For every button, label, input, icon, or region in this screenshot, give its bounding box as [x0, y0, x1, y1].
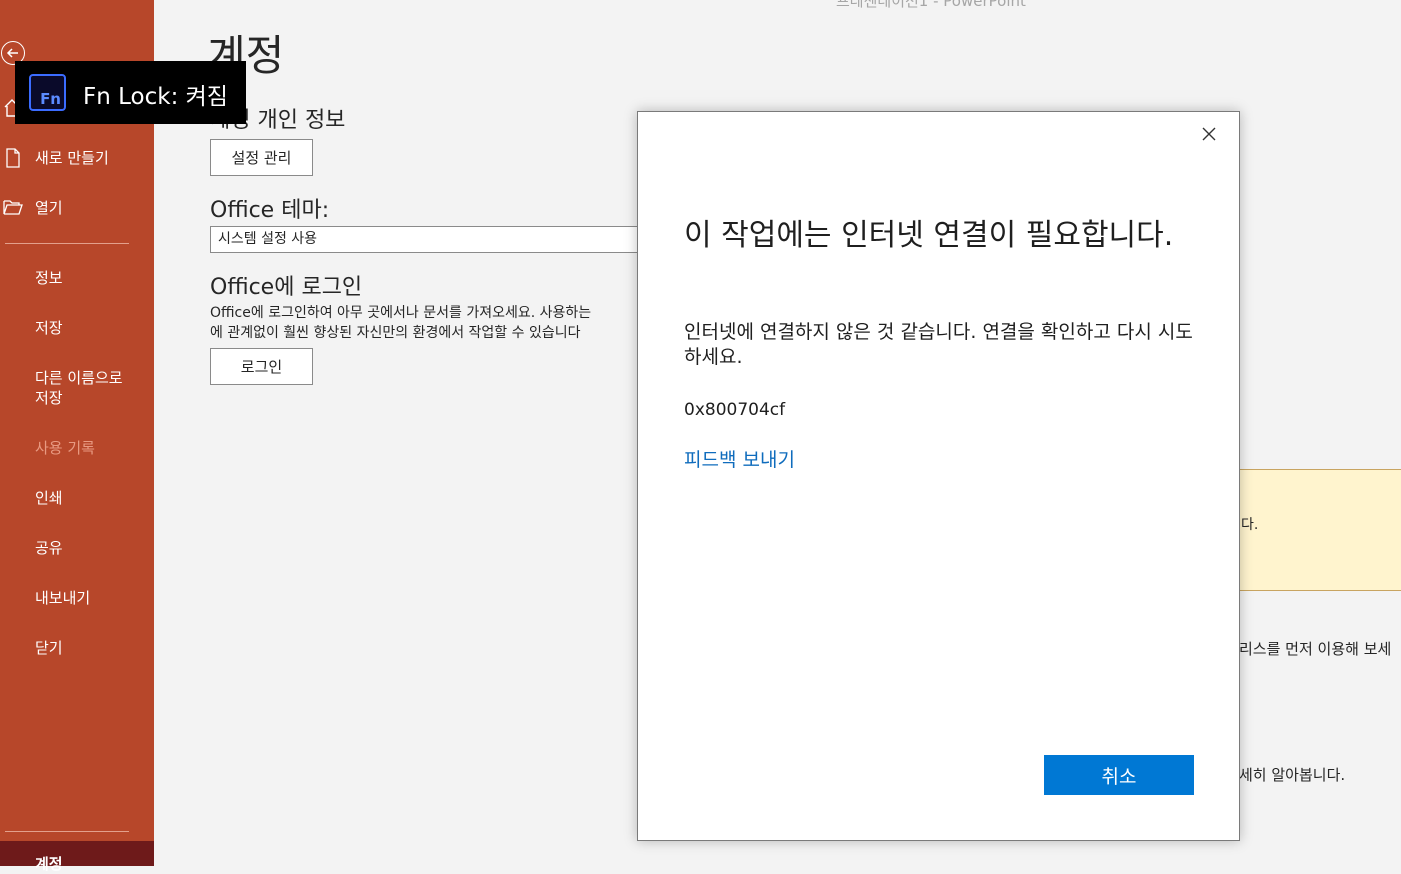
signin-desc-line2: 에 관계없이 훨씬 향상된 자신만의 환경에서 작업할 수 있습니다	[210, 325, 581, 341]
backstage-sidebar: 새로 만들기 열기 정보 저장 다른 이름으로 저장 사용 기록 인쇄 공유 내…	[0, 0, 154, 873]
nav-open[interactable]: 열기	[35, 198, 63, 218]
internet-required-dialog: 이 작업에는 인터넷 연결이 필요합니다. 인터넷에 연결하지 않은 것 같습니…	[637, 111, 1240, 841]
open-folder-icon	[3, 200, 23, 215]
signin-button[interactable]: 로그인	[210, 348, 313, 385]
signin-desc-line1: Office에 로그인하여 아무 곳에서나 문서를 가져오세요. 사용하는	[210, 305, 592, 321]
manage-settings-button[interactable]: 설정 관리	[210, 139, 313, 176]
nav-print[interactable]: 인쇄	[35, 488, 63, 508]
arrow-left-icon	[6, 48, 18, 58]
sidebar-divider	[5, 243, 129, 244]
fn-lock-notification: Fn Fn Lock: 켜짐	[15, 61, 246, 124]
info-banner: 다.	[1239, 469, 1401, 591]
fn-key-icon: Fn	[29, 74, 66, 111]
banner-text: 다.	[1241, 517, 1259, 533]
nav-export[interactable]: 내보내기	[35, 588, 90, 608]
cancel-button[interactable]: 취소	[1044, 755, 1194, 795]
nav-account-label: 계정	[35, 855, 63, 873]
window-title: 프레젠테이션1 - PowerPoint	[836, 0, 1026, 10]
nav-history: 사용 기록	[35, 439, 95, 457]
theme-select[interactable]: 시스템 설정 사용	[210, 226, 650, 253]
dialog-message: 인터넷에 연결하지 않은 것 같습니다. 연결을 확인하고 다시 시도하세요.	[684, 321, 1193, 368]
fn-lock-text: Fn Lock: 켜짐	[83, 84, 228, 110]
new-document-icon	[6, 148, 20, 168]
send-feedback-link[interactable]: 피드백 보내기	[684, 445, 795, 472]
sidebar-divider-bottom	[5, 831, 129, 832]
nav-share[interactable]: 공유	[35, 538, 63, 558]
nav-save-as[interactable]: 다른 이름으로 저장	[35, 368, 123, 408]
error-code: 0x800704cf	[684, 400, 786, 420]
signin-heading: Office에 로그인	[210, 275, 363, 300]
learn-more-text: 세히 알아봅니다.	[1239, 766, 1346, 784]
nav-new[interactable]: 새로 만들기	[35, 148, 109, 168]
dialog-title: 이 작업에는 인터넷 연결이 필요합니다.	[684, 218, 1174, 253]
signin-description: Office에 로그인하여 아무 곳에서나 문서를 가져오세요. 사용하는 에 …	[210, 303, 640, 343]
nav-close[interactable]: 닫기	[35, 638, 63, 658]
nav-save[interactable]: 저장	[35, 318, 63, 338]
product-info-text: 리스를 먼저 이용해 보세	[1239, 640, 1392, 658]
theme-label: Office 테마:	[210, 198, 330, 223]
nav-account[interactable]: 계정	[0, 841, 154, 873]
fn-key-label: Fn	[40, 90, 61, 108]
close-icon[interactable]	[1199, 124, 1219, 144]
nav-info[interactable]: 정보	[35, 268, 63, 288]
